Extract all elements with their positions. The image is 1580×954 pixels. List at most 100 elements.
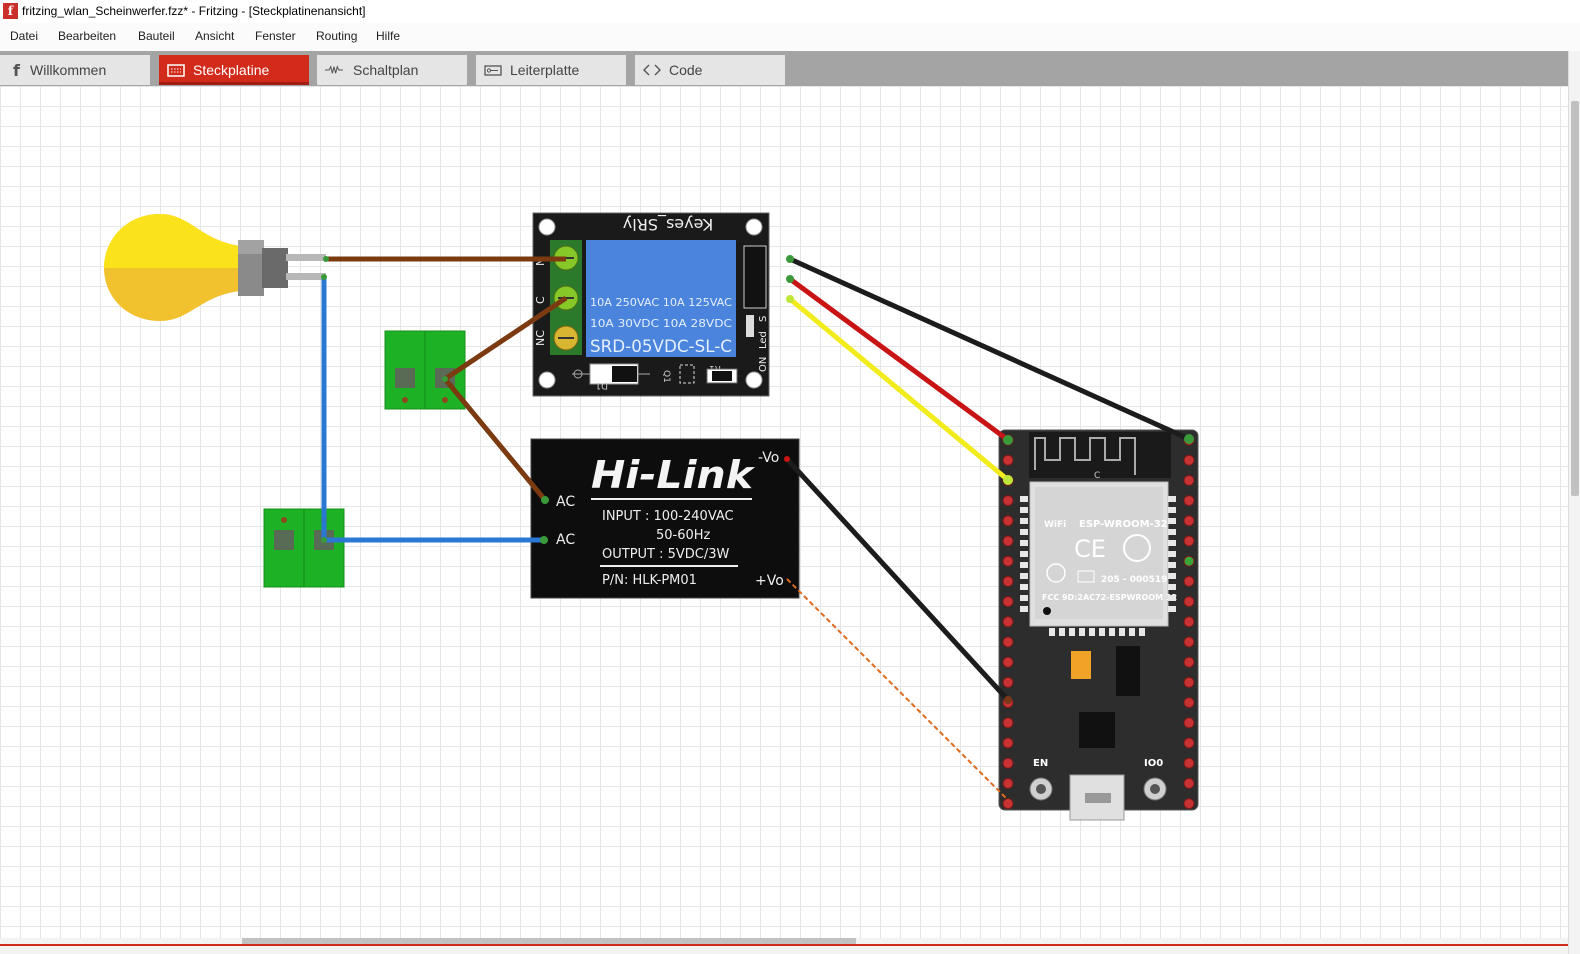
svg-text:f: f xyxy=(13,62,21,78)
menu-bauteil[interactable]: Bauteil xyxy=(138,29,175,43)
module-castellation-pad xyxy=(1168,518,1176,524)
esp32-pin[interactable] xyxy=(1183,596,1195,608)
menu-ansicht[interactable]: Ansicht xyxy=(195,29,234,43)
esp32-pin[interactable] xyxy=(1002,454,1014,466)
hilink-part-number: P/N: HLK-PM01 xyxy=(602,573,697,588)
esp32-pin[interactable] xyxy=(1183,555,1195,567)
menu-bearbeiten[interactable]: Bearbeiten xyxy=(58,29,116,43)
menu-hilfe[interactable]: Hilfe xyxy=(376,29,400,43)
module-castellation-pad xyxy=(1020,584,1028,590)
vertical-scrollbar[interactable] xyxy=(1568,51,1580,954)
hilink-input-label: INPUT : 100-240VAC xyxy=(602,509,734,524)
esp32-pin[interactable] xyxy=(1002,757,1014,769)
wire-yellow-relay-esp32-signal[interactable] xyxy=(788,297,1010,482)
esp32-pin[interactable] xyxy=(1002,515,1014,527)
hilink-output-label: OUTPUT : 5VDC/3W xyxy=(602,547,730,562)
esp32-pin[interactable] xyxy=(1183,676,1195,688)
tab-steckplatine[interactable]: Steckplatine xyxy=(159,55,309,85)
esp32-pin[interactable] xyxy=(1183,757,1195,769)
relay-model-label: SRD-05VDC-SL-C xyxy=(590,337,732,357)
module-castellation-pad xyxy=(1049,628,1055,636)
horizontal-scrollbar[interactable] xyxy=(0,938,1568,954)
hilink-logo: Hi-Link xyxy=(591,453,756,497)
hilink-pin-ac1: AC xyxy=(556,494,575,510)
esp32-pin[interactable] xyxy=(1183,515,1195,527)
module-castellation-pad xyxy=(1020,518,1028,524)
relay-rating-line2: 10A 30VDC 10A 28VDC xyxy=(590,317,732,330)
esp32-pin[interactable] xyxy=(1002,535,1014,547)
wire-brown-terminal-hilink-ac[interactable] xyxy=(443,377,547,502)
module-castellation-pad xyxy=(1129,628,1135,636)
hilink-pin-vpos: +Vo xyxy=(755,573,784,589)
esp32-pin[interactable] xyxy=(1002,616,1014,628)
hilink-frequency-label: 50-60Hz xyxy=(656,528,711,543)
circuit-drawing: Keyes_SRly N C NC 10A 250VAC 10A 125VAC … xyxy=(104,212,1199,821)
tab-willkommen[interactable]: f Willkommen xyxy=(0,55,150,85)
relay-d1-label: D1 xyxy=(595,380,608,390)
esp32-pin[interactable] xyxy=(1183,616,1195,628)
relay-rating-line1: 10A 250VAC 10A 125VAC xyxy=(590,296,732,309)
tab-label: Code xyxy=(669,62,703,78)
relay-pin-c: C xyxy=(534,296,547,304)
esp32-pin[interactable] xyxy=(1002,737,1014,749)
esp32-en-button-label: EN xyxy=(1033,758,1048,769)
esp32-pin[interactable] xyxy=(1183,777,1195,789)
module-castellation-pad xyxy=(1020,507,1028,513)
light-bulb[interactable] xyxy=(104,214,326,321)
esp32-pin[interactable] xyxy=(1183,636,1195,648)
esp32-io0-button-label: IO0 xyxy=(1144,758,1163,769)
esp32-pin[interactable] xyxy=(1183,737,1195,749)
esp32-pin[interactable] xyxy=(1183,697,1195,709)
esp32-pin[interactable] xyxy=(1002,777,1014,789)
module-castellation-pad xyxy=(1168,529,1176,535)
relay-label-s: S xyxy=(758,316,769,322)
esp32-pin[interactable] xyxy=(1002,636,1014,648)
wire-red-relay-esp32-vcc[interactable] xyxy=(788,276,1010,443)
terminal-block-top[interactable] xyxy=(384,330,466,410)
esp32-pin[interactable] xyxy=(1183,575,1195,587)
module-castellation-pad xyxy=(1168,540,1176,546)
relay-module[interactable]: Keyes_SRly N C NC 10A 250VAC 10A 125VAC … xyxy=(532,212,770,397)
esp32-pin[interactable] xyxy=(1183,717,1195,729)
hilink-pin-vneg: -Vo xyxy=(758,450,779,466)
esp32-pin[interactable] xyxy=(1002,596,1014,608)
tab-schaltplan[interactable]: Schaltplan xyxy=(317,55,467,85)
module-castellation-pad xyxy=(1139,628,1145,636)
module-castellation-pad xyxy=(1109,628,1115,636)
vertical-scrollbar-thumb[interactable] xyxy=(1571,101,1579,496)
esp32-pin[interactable] xyxy=(1002,555,1014,567)
module-castellation-pad xyxy=(1119,628,1125,636)
esp32-pin[interactable] xyxy=(1183,535,1195,547)
esp32-pin[interactable] xyxy=(1002,575,1014,587)
module-castellation-pad xyxy=(1168,562,1176,568)
esp32-pin[interactable] xyxy=(1002,495,1014,507)
esp32-devkit-board[interactable]: C WiFi ESP-WROOM-32 CE 205 - 000519 FCC … xyxy=(998,429,1199,821)
module-castellation-pad xyxy=(1059,628,1065,636)
tab-label: Willkommen xyxy=(30,62,107,78)
hilink-power-module[interactable]: Hi-Link INPUT : 100-240VAC 50-60Hz OUTPU… xyxy=(530,438,800,599)
esp32-pin[interactable] xyxy=(1183,454,1195,466)
wire-black-hilink-esp32[interactable] xyxy=(785,457,1010,702)
tab-code[interactable]: Code xyxy=(635,55,785,85)
title-bar: f fritzing_wlan_Scheinwerfer.fzz* - Frit… xyxy=(0,0,1580,23)
relay-label-led: Led xyxy=(758,331,769,349)
esp32-pin[interactable] xyxy=(1183,798,1195,810)
esp32-pin[interactable] xyxy=(1183,495,1195,507)
esp32-pin[interactable] xyxy=(1002,676,1014,688)
ratsnest-line-vpos[interactable] xyxy=(786,578,1009,801)
esp32-pin[interactable] xyxy=(1002,717,1014,729)
terminal-block-bottom[interactable] xyxy=(263,508,345,588)
esp32-pin[interactable] xyxy=(1002,656,1014,668)
menu-datei[interactable]: Datei xyxy=(10,29,38,43)
tab-leiterplatte[interactable]: Leiterplatte xyxy=(476,55,626,85)
esp32-pin[interactable] xyxy=(1183,656,1195,668)
relay-label-on: ON xyxy=(758,357,769,372)
menu-fenster[interactable]: Fenster xyxy=(255,29,296,43)
breadboard-canvas[interactable]: Keyes_SRly N C NC 10A 250VAC 10A 125VAC … xyxy=(0,86,1568,938)
esp32-pin[interactable] xyxy=(1183,474,1195,486)
esp32-pin[interactable] xyxy=(1002,798,1014,810)
menu-routing[interactable]: Routing xyxy=(316,29,357,43)
relay-q1-label: Q1 xyxy=(661,370,671,383)
window-title: fritzing_wlan_Scheinwerfer.fzz* - Fritzi… xyxy=(22,4,366,18)
module-castellation-pad xyxy=(1168,584,1176,590)
